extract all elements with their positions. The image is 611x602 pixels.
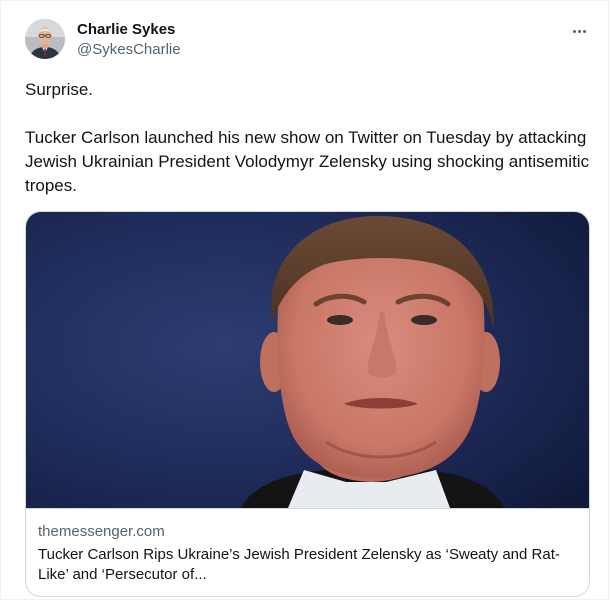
ellipsis-icon	[582, 29, 586, 33]
ellipsis-icon	[577, 29, 581, 33]
link-preview-meta[interactable]: themessenger.com Tucker Carlson Rips Ukr…	[26, 508, 589, 596]
more-options-button[interactable]	[567, 21, 591, 41]
ellipsis-icon	[572, 29, 576, 33]
tweet-container[interactable]: Charlie Sykes @SykesCharlie Surprise. Tu…	[0, 0, 609, 600]
link-title[interactable]: Tucker Carlson Rips Ukraine’s Jewish Pre…	[38, 545, 568, 585]
link-domain[interactable]: themessenger.com	[38, 522, 577, 542]
author-handle[interactable]: @SykesCharlie	[77, 41, 181, 59]
author-display-name[interactable]: Charlie Sykes	[77, 21, 175, 39]
author-avatar[interactable]	[25, 19, 65, 59]
link-preview-image[interactable]	[26, 212, 589, 508]
tweet-text-line: Surprise.	[25, 80, 94, 99]
link-preview-card[interactable]: themessenger.com Tucker Carlson Rips Ukr…	[25, 211, 590, 597]
profile-photo-icon	[25, 19, 65, 59]
person-photo-icon	[26, 212, 589, 508]
tweet-text-line: Tucker Carlson launched his new show on …	[25, 128, 590, 195]
tweet-text: Surprise. Tucker Carlson launched his ne…	[25, 78, 600, 198]
